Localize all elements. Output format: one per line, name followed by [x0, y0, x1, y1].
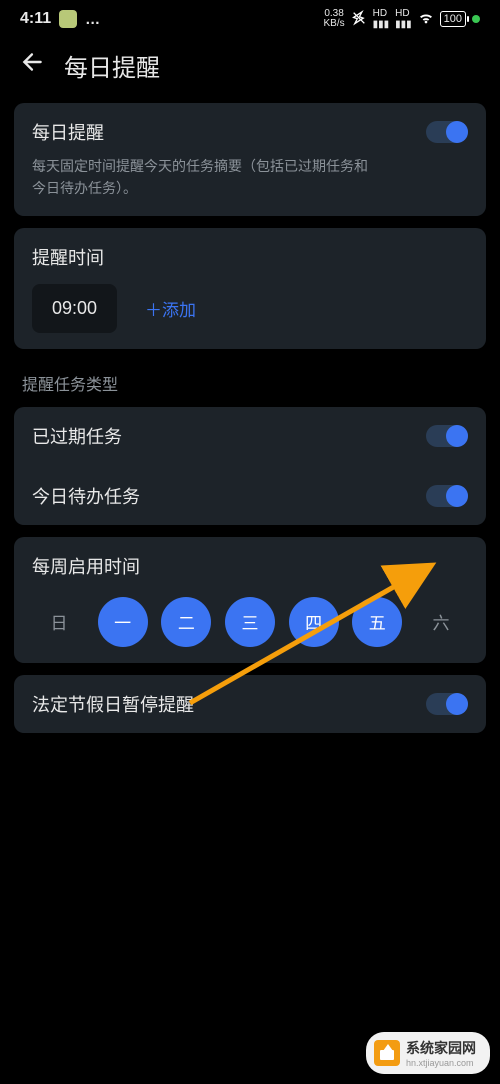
- status-app-icon: [59, 10, 77, 28]
- day-thu[interactable]: 四: [289, 597, 339, 647]
- privacy-dot-icon: [472, 15, 480, 23]
- signal-hd-icon-2: HD▮▮▮: [395, 8, 412, 30]
- day-wed[interactable]: 三: [225, 597, 275, 647]
- overdue-tasks-toggle[interactable]: [426, 425, 468, 447]
- daily-reminder-desc: 每天固定时间提醒今天的任务摘要（包括已过期任务和今日待办任务）。: [32, 155, 372, 200]
- weekly-label: 每周启用时间: [32, 553, 468, 579]
- watermark-house-icon: [374, 1040, 400, 1066]
- add-time-button[interactable]: ＋添加: [145, 296, 196, 321]
- page-header: 每日提醒: [0, 36, 500, 103]
- remind-time-label: 提醒时间: [32, 244, 468, 270]
- today-tasks-label: 今日待办任务: [32, 483, 140, 509]
- day-mon[interactable]: 一: [98, 597, 148, 647]
- overdue-tasks-label: 已过期任务: [32, 423, 122, 449]
- watermark: 系统家园网 hn.xtjiayuan.com: [366, 1032, 490, 1074]
- weekly-card: 每周启用时间 日 一 二 三 四 五 六: [14, 537, 486, 663]
- status-more-icon: …: [85, 11, 102, 28]
- holiday-pause-toggle[interactable]: [426, 693, 468, 715]
- day-sat[interactable]: 六: [416, 597, 466, 647]
- daily-reminder-label: 每日提醒: [32, 119, 104, 145]
- battery-icon: 100: [440, 11, 466, 27]
- status-time: 4:11: [20, 10, 51, 28]
- signal-hd-icon-1: HD▮▮▮: [373, 8, 390, 30]
- day-sun[interactable]: 日: [34, 597, 84, 647]
- task-type-section-label: 提醒任务类型: [22, 371, 478, 395]
- daily-reminder-toggle[interactable]: [426, 121, 468, 143]
- dnd-icon: [351, 10, 367, 29]
- remind-time-card: 提醒时间 09:00 ＋添加: [14, 228, 486, 349]
- day-fri[interactable]: 五: [352, 597, 402, 647]
- page-title: 每日提醒: [64, 48, 160, 83]
- today-tasks-toggle[interactable]: [426, 485, 468, 507]
- back-button[interactable]: [20, 49, 46, 82]
- remind-time-value[interactable]: 09:00: [32, 284, 117, 333]
- day-tue[interactable]: 二: [161, 597, 211, 647]
- holiday-pause-label: 法定节假日暂停提醒: [32, 691, 194, 717]
- status-speed: 0.38KB/s: [323, 9, 344, 29]
- watermark-name: 系统家园网: [406, 1040, 476, 1056]
- holiday-card: 法定节假日暂停提醒: [14, 675, 486, 733]
- task-type-card: 已过期任务 今日待办任务: [14, 407, 486, 525]
- wifi-icon: [418, 10, 434, 29]
- status-bar: 4:11 … 0.38KB/s HD▮▮▮ HD▮▮▮ 100: [0, 0, 500, 36]
- daily-reminder-card: 每日提醒 每天固定时间提醒今天的任务摘要（包括已过期任务和今日待办任务）。: [14, 103, 486, 216]
- watermark-url: hn.xtjiayuan.com: [406, 1058, 476, 1068]
